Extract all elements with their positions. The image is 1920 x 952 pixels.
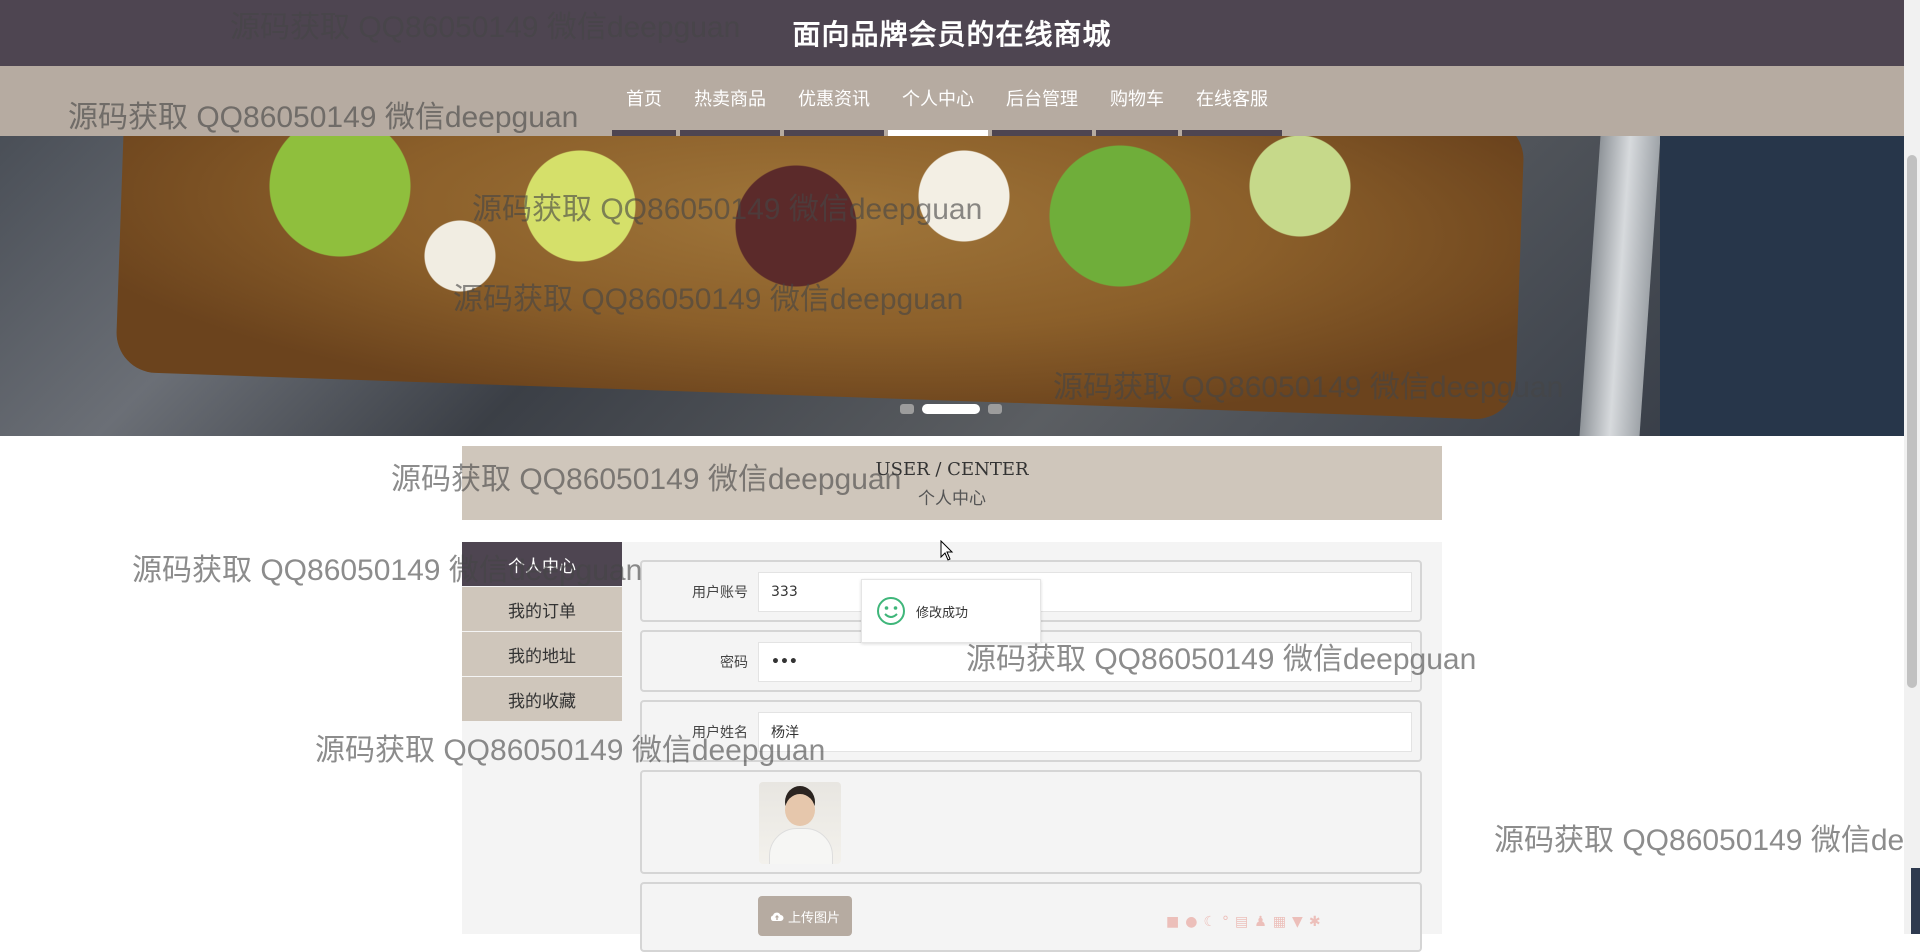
nav-item-online-service[interactable]: 在线客服 [1182,66,1282,136]
ime-logo-icon: ■ [1166,914,1180,930]
nav-list: 首页 热卖商品 优惠资讯 个人中心 后台管理 购物车 在线客服 [612,66,1286,136]
upload-button-label: 上传图片 [787,910,840,926]
account-input[interactable]: 333 [758,572,1412,612]
ime-skin-icon: ▼ [1292,914,1303,930]
toast-message: 修改成功 [916,605,969,621]
ime-mode-icon: ● [1185,914,1198,930]
section-title-cn: 个人中心 [918,489,986,509]
side-item-my-orders[interactable]: 我的订单 [462,587,622,631]
banner-knife [1579,136,1661,436]
password-label: 密码 [720,655,748,671]
name-input[interactable]: 杨洋 [758,712,1412,752]
ime-punct-icon: ° [1222,914,1230,930]
side-item-my-favorites[interactable]: 我的收藏 [462,677,622,721]
nav-item-admin[interactable]: 后台管理 [992,66,1092,136]
nav-item-home[interactable]: 首页 [612,66,676,136]
ime-keyboard-icon: ▤ [1235,914,1249,930]
page-scrollbar[interactable] [1904,0,1920,934]
site-header: 面向品牌会员的在线商城 [0,0,1904,66]
side-item-my-address[interactable]: 我的地址 [462,632,622,676]
smile-icon [877,597,905,625]
user-side-menu: 个人中心 我的订单 我的地址 我的收藏 [462,542,622,722]
side-widget[interactable] [1911,868,1920,934]
carousel-dot-active[interactable] [922,404,980,414]
ime-user-icon: ♟ [1254,914,1267,930]
avatar-head [785,794,815,826]
banner-food-toppings [220,136,1420,306]
section-header: USER / CENTER 个人中心 [462,446,1442,520]
success-toast: 修改成功 [861,579,1041,643]
password-input[interactable]: ••• [758,642,1412,682]
name-label: 用户姓名 [692,725,748,741]
ime-gear-icon: ✱ [1308,914,1321,930]
account-label: 用户账号 [692,585,748,601]
name-row: 用户姓名 杨洋 [640,700,1422,762]
avatar-body [769,828,833,864]
site-title: 面向品牌会员的在线商城 [792,18,1112,51]
banner-carousel [0,136,1904,436]
ime-toolbar: ■ ● ☾ ° ▤ ♟ ▦ ▼ ✱ [1166,914,1321,930]
ime-grid-icon: ▦ [1272,914,1287,930]
main-nav: 首页 热卖商品 优惠资讯 个人中心 后台管理 购物车 在线客服 [0,66,1904,136]
nav-item-user-center[interactable]: 个人中心 [888,66,988,136]
carousel-indicators [900,404,1002,414]
cloud-upload-icon [770,912,784,921]
carousel-dot[interactable] [900,404,914,414]
banner-cloth [1660,136,1904,436]
avatar [759,782,841,864]
nav-item-cart[interactable]: 购物车 [1096,66,1178,136]
section-title-en: USER / CENTER [875,459,1029,480]
mouse-cursor-icon [940,540,954,561]
watermark: 源码获取 QQ86050149 微信deepguan [1494,824,1904,857]
avatar-row [640,770,1422,874]
scrollbar-thumb[interactable] [1907,155,1917,688]
upload-image-button[interactable]: 上传图片 [758,896,852,936]
nav-item-hot-products[interactable]: 热卖商品 [680,66,780,136]
side-item-user-center[interactable]: 个人中心 [462,542,622,586]
ime-moon-icon: ☾ [1203,914,1217,930]
carousel-dot[interactable] [988,404,1002,414]
nav-item-promotions[interactable]: 优惠资讯 [784,66,884,136]
